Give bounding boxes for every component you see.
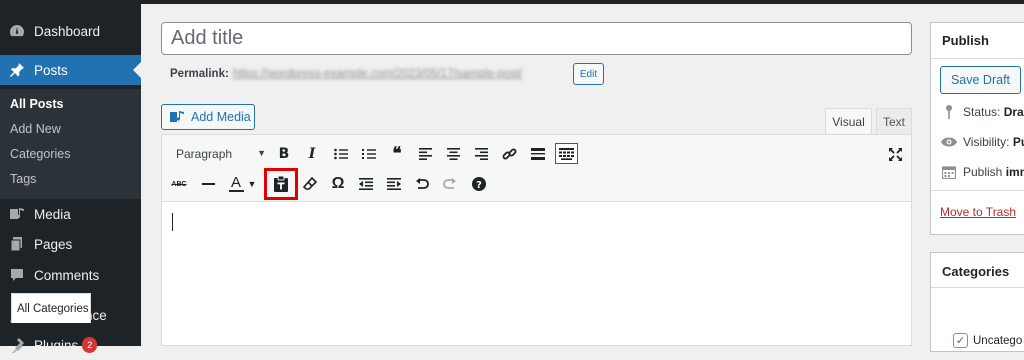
pages-icon [8,235,26,253]
status-label: Status: [963,105,1001,119]
submenu-add-new[interactable]: Add New [10,122,61,136]
text-cursor [172,213,173,231]
sidebar-item-label: Media [34,206,71,222]
read-more-icon[interactable] [527,143,549,165]
sidebar-item-label: Posts [34,62,68,78]
strikethrough-icon[interactable]: ABC [168,173,190,195]
dashboard-icon [8,22,26,40]
svg-text:?: ? [476,180,482,191]
help-icon[interactable]: ? [468,173,490,195]
divider [931,287,1024,288]
sidebar-item-pages[interactable]: Pages [0,229,141,259]
post-title-input[interactable]: Add title [161,22,912,55]
text-color-glyph: A [230,174,241,191]
sidebar-item-posts[interactable]: Posts [0,55,141,85]
toolbar-toggle-icon[interactable] [555,143,578,164]
divider [931,58,1024,59]
align-right-icon[interactable] [470,143,492,165]
redo-icon[interactable] [439,173,461,195]
paragraph-format-select[interactable]: Paragraph ▼ [168,143,268,165]
blockquote-icon[interactable]: ❝ [386,143,408,165]
tab-text[interactable]: Text [876,108,912,135]
submenu-tags[interactable]: Tags [10,172,36,186]
sidebar-item-comments[interactable]: Comments [0,260,141,290]
admin-top-bar [0,0,1024,4]
publish-panel-title: Publish [942,33,989,48]
category-label: Uncatego [973,334,1023,347]
publish-value: imm [1005,165,1024,179]
tab-visual[interactable]: Visual [825,108,872,135]
italic-icon[interactable]: I [301,143,323,165]
visibility-label: Visibility: [963,135,1010,149]
align-left-icon[interactable] [414,143,436,165]
tab-all-categories[interactable]: All Categories [11,293,91,323]
visibility-row: Visibility: Pu [940,135,1024,149]
increase-indent-icon[interactable] [383,173,405,195]
insert-link-icon[interactable] [498,143,520,165]
pin-icon [940,104,958,120]
clear-formatting-icon[interactable] [299,173,321,195]
plugin-icon [8,336,26,354]
status-row: Status: Draft [940,104,1024,120]
submenu-all-posts[interactable]: All Posts [10,97,64,111]
comments-icon [8,266,26,284]
add-media-label: Add Media [191,110,251,124]
fullscreen-icon[interactable] [884,143,906,165]
publish-label: Publish [963,165,1003,179]
chevron-down-icon[interactable]: ▼ [246,173,258,195]
sidebar-item-label: Pages [34,236,73,252]
text-color-icon[interactable]: A [225,173,247,195]
current-menu-arrow [133,62,141,78]
decrease-indent-icon[interactable] [355,173,377,195]
editor-toolbar: Paragraph ▼ B I ❝ ABC A ▼ Ω ? [162,135,911,202]
content-editor: Paragraph ▼ B I ❝ ABC A ▼ Ω ? [161,134,912,346]
sidebar-item-media[interactable]: Media [0,199,141,229]
move-to-trash-link[interactable]: Move to Trash [940,205,1016,219]
sidebar-item-dashboard[interactable]: Dashboard [0,16,141,46]
sidebar-item-plugins[interactable]: Plugins 2 [0,330,141,360]
submenu-categories[interactable]: Categories [10,147,70,161]
add-media-button[interactable]: Add Media [161,104,255,130]
permalink-url[interactable]: https://wordpress-example.com/2023/05/17… [233,68,523,80]
special-character-icon[interactable]: Ω [327,173,349,195]
sidebar-item-label: Dashboard [34,23,101,39]
numbered-list-icon[interactable] [358,143,380,165]
horizontal-line-icon[interactable] [197,173,219,195]
categories-panel-title: Categories [942,264,1010,279]
publish-panel: Publish Save Draft Status: Draft Visibil… [930,22,1024,235]
permalink-label: Permalink: [170,68,229,80]
edit-permalink-button[interactable]: Edit [573,63,604,85]
permalink: Permalink: https://wordpress-example.com… [170,68,522,80]
publish-schedule-row: Publish imm [940,165,1024,179]
calendar-icon [940,165,958,179]
chevron-down-icon: ▼ [257,148,266,158]
pushpin-icon [8,61,26,79]
sidebar-item-label: Comments [34,267,100,283]
media-icon [170,110,186,124]
text-color-swatch [228,190,244,192]
plugins-update-badge: 2 [82,337,98,353]
divider [931,190,1024,191]
media-icon [8,205,26,223]
undo-icon[interactable] [411,173,433,195]
format-select-value: Paragraph [176,147,233,161]
bold-icon[interactable]: B [273,143,295,165]
posts-submenu: All Posts Add New Categories Tags [0,89,141,199]
status-value: Draft [1003,105,1024,119]
save-draft-button[interactable]: Save Draft [940,66,1021,94]
align-center-icon[interactable] [442,143,464,165]
visibility-value: Pu [1012,135,1024,149]
eye-icon [940,137,958,147]
sidebar-item-label: Plugins [34,337,79,353]
bulleted-list-icon[interactable] [330,143,352,165]
paste-as-text-highlight [264,168,298,200]
